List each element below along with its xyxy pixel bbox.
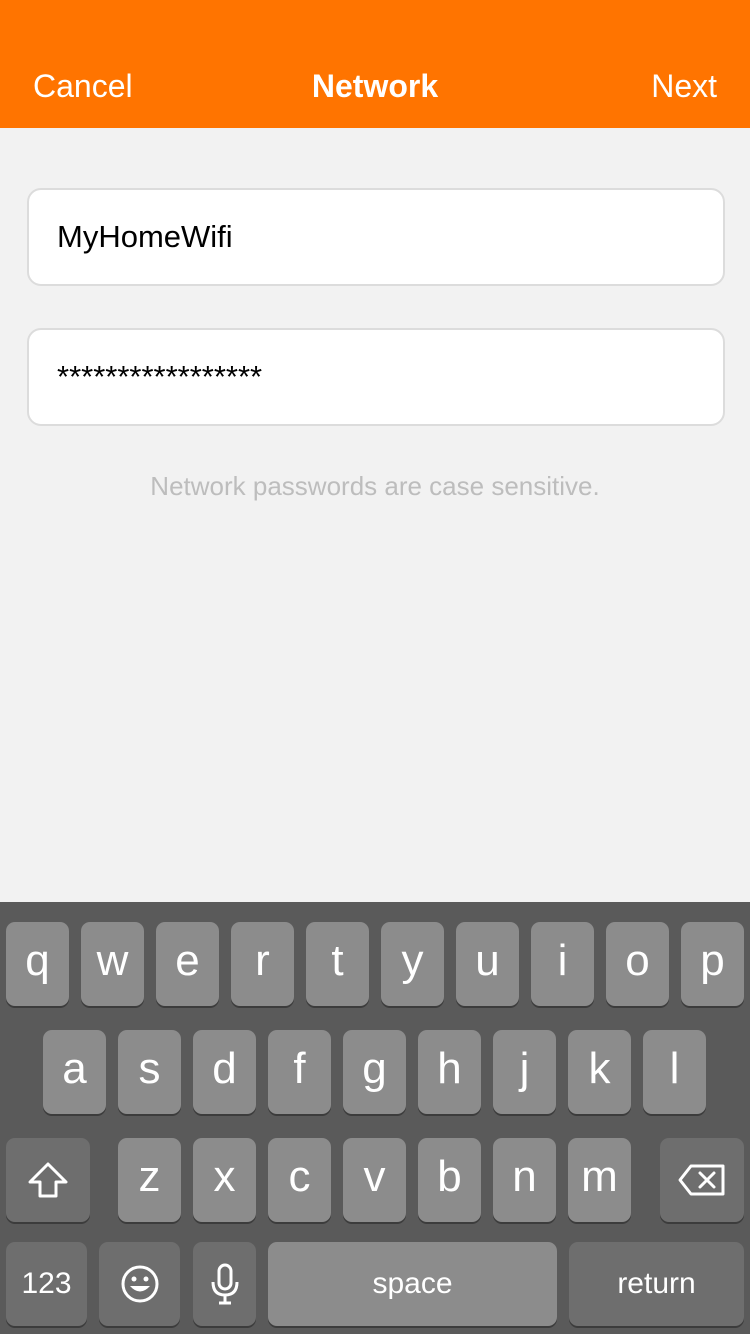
key-q[interactable]: q <box>6 922 69 1006</box>
key-u[interactable]: u <box>456 922 519 1006</box>
numbers-key[interactable]: 123 <box>6 1242 87 1326</box>
key-j[interactable]: j <box>493 1030 556 1114</box>
key-g[interactable]: g <box>343 1030 406 1114</box>
key-d[interactable]: d <box>193 1030 256 1114</box>
key-v[interactable]: v <box>343 1138 406 1222</box>
key-x[interactable]: x <box>193 1138 256 1222</box>
key-i[interactable]: i <box>531 922 594 1006</box>
shift-key[interactable] <box>6 1138 90 1222</box>
key-e[interactable]: e <box>156 922 219 1006</box>
network-name-input[interactable] <box>57 190 697 284</box>
key-s[interactable]: s <box>118 1030 181 1114</box>
key-m[interactable]: m <box>568 1138 631 1222</box>
network-name-field[interactable] <box>27 188 725 286</box>
emoji-key[interactable] <box>99 1242 180 1326</box>
key-t[interactable]: t <box>306 922 369 1006</box>
key-c[interactable]: c <box>268 1138 331 1222</box>
key-r[interactable]: r <box>231 922 294 1006</box>
key-a[interactable]: a <box>43 1030 106 1114</box>
space-key[interactable]: space <box>268 1242 557 1326</box>
key-b[interactable]: b <box>418 1138 481 1222</box>
next-button[interactable]: Next <box>651 64 717 108</box>
return-key[interactable]: return <box>569 1242 744 1326</box>
key-p[interactable]: p <box>681 922 744 1006</box>
keyboard: q w e r t y u i o p a s d f g h j k l z … <box>0 902 750 1334</box>
key-k[interactable]: k <box>568 1030 631 1114</box>
shift-icon <box>28 1162 68 1198</box>
key-z[interactable]: z <box>118 1138 181 1222</box>
microphone-icon <box>211 1263 238 1305</box>
key-y[interactable]: y <box>381 922 444 1006</box>
emoji-icon <box>121 1265 158 1303</box>
key-n[interactable]: n <box>493 1138 556 1222</box>
delete-key[interactable] <box>660 1138 744 1222</box>
backspace-icon <box>678 1164 725 1196</box>
key-w[interactable]: w <box>81 922 144 1006</box>
cancel-button[interactable]: Cancel <box>33 64 133 108</box>
key-h[interactable]: h <box>418 1030 481 1114</box>
key-f[interactable]: f <box>268 1030 331 1114</box>
password-input[interactable] <box>57 330 697 424</box>
navigation-bar: Network Cancel Next <box>0 0 750 128</box>
dictation-key[interactable] <box>193 1242 256 1326</box>
password-field[interactable] <box>27 328 725 426</box>
password-hint: Network passwords are case sensitive. <box>150 471 600 501</box>
key-o[interactable]: o <box>606 922 669 1006</box>
key-l[interactable]: l <box>643 1030 706 1114</box>
